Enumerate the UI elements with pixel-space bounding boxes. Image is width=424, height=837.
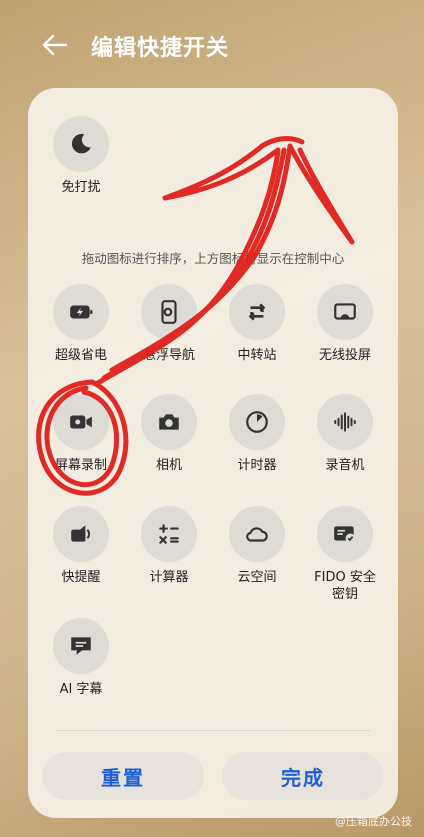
tile-circle bbox=[317, 506, 373, 562]
tile-label: 超级省电 bbox=[54, 348, 107, 363]
tile-camera[interactable]: 相机 bbox=[126, 394, 212, 474]
tile-circle bbox=[53, 116, 109, 172]
tile-screen-record[interactable]: 屏幕录制 bbox=[38, 394, 124, 474]
tile-circle bbox=[317, 394, 373, 450]
tile-circle bbox=[141, 284, 197, 340]
tile-fido-key[interactable]: FIDO 安全 密钥 bbox=[302, 506, 388, 603]
tile-label: 录音机 bbox=[325, 458, 365, 473]
transfer-icon bbox=[248, 303, 266, 321]
fido-key-icon bbox=[334, 526, 356, 544]
tile-circle bbox=[53, 284, 109, 340]
tile-circle bbox=[229, 506, 285, 562]
tile-super-power-saver[interactable]: 超级省电 bbox=[38, 284, 124, 364]
quick-switch-panel: 免打扰 拖动图标进行排序，上方图标将显示在控制中心 超级省电 悬浮导航 中转站 … bbox=[28, 88, 398, 818]
tile-circle bbox=[317, 284, 373, 340]
tile-label: 快提醒 bbox=[61, 570, 101, 585]
cloud-icon bbox=[246, 527, 268, 542]
tile-label: 中转站 bbox=[237, 348, 277, 363]
header: 编辑快捷开关 bbox=[0, 22, 424, 70]
tile-recorder[interactable]: 录音机 bbox=[302, 394, 388, 474]
camera-icon bbox=[159, 414, 179, 430]
tile-transfer-station[interactable]: 中转站 bbox=[214, 284, 300, 364]
tile-label: 云空间 bbox=[237, 570, 277, 585]
tile-wireless-cast[interactable]: 无线投屏 bbox=[302, 284, 388, 364]
tile-circle bbox=[141, 394, 197, 450]
tile-circle bbox=[53, 394, 109, 450]
tile-floating-nav[interactable]: 悬浮导航 bbox=[126, 284, 212, 364]
screen-record-icon bbox=[70, 415, 92, 429]
floating-nav-icon bbox=[161, 300, 177, 324]
tile-circle bbox=[229, 284, 285, 340]
tile-label: FIDO 安全 密钥 bbox=[314, 570, 376, 602]
cast-icon bbox=[334, 303, 356, 320]
tile-quick-reminder[interactable]: 快提醒 bbox=[38, 506, 124, 586]
tile-label: 无线投屏 bbox=[318, 348, 371, 363]
sort-hint: 拖动图标进行排序，上方图标将显示在控制中心 bbox=[81, 251, 345, 266]
tile-do-not-disturb[interactable]: 免打扰 bbox=[38, 116, 124, 196]
tile-timer[interactable]: 计时器 bbox=[214, 394, 300, 474]
tile-label: 悬浮导航 bbox=[142, 348, 195, 363]
tile-circle bbox=[229, 394, 285, 450]
reminder-icon bbox=[71, 525, 91, 542]
timer-icon bbox=[246, 411, 268, 433]
tile-label: AI 字幕 bbox=[59, 682, 103, 697]
recorder-icon bbox=[334, 412, 356, 432]
tile-circle bbox=[53, 506, 109, 562]
battery-saver-icon bbox=[70, 305, 93, 319]
tile-label: 免打扰 bbox=[61, 180, 101, 195]
reset-button[interactable]: 重置 bbox=[42, 752, 204, 800]
page-title: 编辑快捷开关 bbox=[91, 36, 230, 61]
tile-label: 计时器 bbox=[237, 458, 277, 473]
back-arrow-icon[interactable] bbox=[40, 30, 70, 60]
subtitle-icon bbox=[71, 637, 91, 655]
tile-label: 屏幕录制 bbox=[54, 458, 107, 473]
tile-ai-subtitle[interactable]: AI 字幕 bbox=[38, 618, 124, 698]
tile-label: 计算器 bbox=[149, 570, 189, 585]
tile-label: 相机 bbox=[155, 458, 182, 473]
tile-circle bbox=[53, 618, 109, 674]
watermark: @压箱底办公技 bbox=[335, 815, 412, 828]
moon-icon bbox=[71, 133, 91, 154]
tile-circle bbox=[141, 506, 197, 562]
tile-cloud-space[interactable]: 云空间 bbox=[214, 506, 300, 586]
done-button[interactable]: 完成 bbox=[222, 752, 384, 800]
tile-calculator[interactable]: 计算器 bbox=[126, 506, 212, 586]
divider bbox=[56, 730, 370, 731]
calculator-icon bbox=[159, 524, 179, 544]
